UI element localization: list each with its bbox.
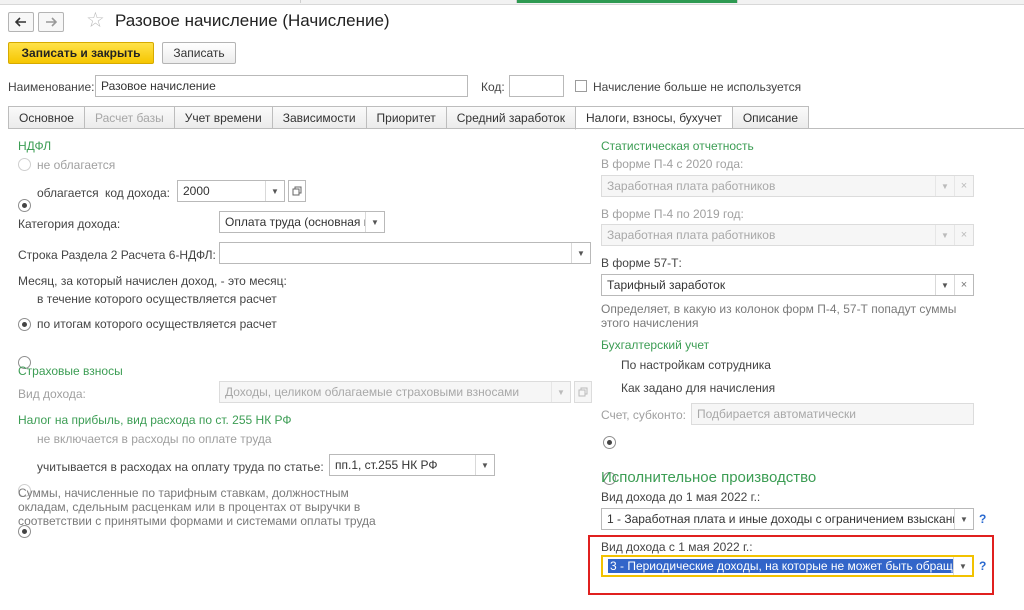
profit-tax-heading: Налог на прибыль, вид расхода по ст. 255…	[18, 413, 292, 427]
account-field[interactable]: Подбирается автоматически	[691, 403, 974, 425]
chevron-down-icon[interactable]: ▼	[954, 509, 973, 529]
profit-included-label: учитывается в расходах на оплату труда п…	[37, 460, 324, 474]
chevron-down-icon[interactable]: ▼	[935, 275, 954, 295]
income-code-field[interactable]: 2000 ▼	[177, 180, 285, 202]
f57t-field[interactable]: Тарифный заработок ▼ ×	[601, 274, 974, 296]
unused-checkbox[interactable]	[575, 80, 587, 92]
chevron-down-icon[interactable]: ▼	[365, 212, 384, 232]
ndfl-not-taxed-label: не облагается	[37, 158, 116, 172]
profit-not-included-label: не включается в расходы по оплате труда	[37, 432, 272, 446]
enforcement-heading: Исполнительное производство	[601, 469, 817, 486]
enforcement-before-field[interactable]: 1 - Заработная плата и иные доходы с огр…	[601, 508, 974, 530]
back-button[interactable]	[8, 12, 34, 32]
month-label: Месяц, за который начислен доход, - это …	[18, 274, 287, 288]
arrow-right-icon	[46, 17, 57, 27]
tab-base-calc[interactable]: Расчет базы	[83, 106, 174, 129]
accounting-heading: Бухгалтерский учет	[601, 338, 710, 352]
clear-icon[interactable]: ×	[954, 275, 973, 295]
profit-article-field[interactable]: пп.1, ст.255 НК РФ ▼	[329, 454, 495, 476]
p4-2020-value: Заработная плата работников	[607, 179, 776, 193]
ndfl-heading: НДФЛ	[18, 139, 52, 153]
page-title: Разовое начисление (Начисление)	[115, 11, 390, 30]
clear-icon[interactable]: ×	[954, 176, 973, 196]
chevron-down-icon[interactable]: ▼	[953, 557, 972, 575]
tab-taxes[interactable]: Налоги, взносы, бухучет	[574, 106, 732, 130]
clear-icon[interactable]: ×	[954, 225, 973, 245]
unused-checkbox-label: Начисление больше не используется	[593, 80, 802, 94]
open-income-code-button[interactable]	[288, 180, 306, 202]
f57t-value: Тарифный заработок	[607, 278, 726, 292]
category-field[interactable]: Оплата труда (основная н ▼	[219, 211, 385, 233]
p4-2020-label: В форме П-4 с 2020 года:	[601, 157, 744, 171]
row-6ndfl-label: Строка Раздела 2 Расчета 6-НДФЛ:	[18, 248, 216, 262]
p4-2019-field[interactable]: Заработная плата работников ▼ ×	[601, 224, 974, 246]
code-label: Код:	[481, 80, 505, 94]
enforcement-after-label: Вид дохода с 1 мая 2022 г.:	[601, 540, 753, 554]
insurance-income-type-field[interactable]: Доходы, целиком облагаемые страховыми вз…	[219, 381, 571, 403]
month-during-radio[interactable]	[18, 318, 31, 331]
help-icon[interactable]: ?	[979, 512, 986, 526]
income-code-value: 2000	[183, 184, 210, 198]
tab-time-accounting[interactable]: Учет времени	[173, 106, 272, 129]
favorite-star-icon[interactable]: ☆	[86, 9, 105, 33]
accounting-as-set-label: Как задано для начисления	[621, 381, 776, 395]
category-label: Категория дохода:	[18, 217, 121, 231]
save-and-close-button[interactable]: Записать и закрыть	[8, 42, 154, 64]
ndfl-taxed-radio[interactable]	[18, 199, 31, 212]
open-window-icon	[292, 186, 302, 196]
ndfl-not-taxed-radio[interactable]	[18, 158, 31, 171]
row-6ndfl-value	[220, 243, 571, 263]
accounting-by-employee-label: По настройкам сотрудника	[621, 358, 771, 372]
tab-bar: Основное Расчет базы Учет времени Зависи…	[8, 106, 810, 130]
open-window-icon	[578, 387, 588, 397]
chevron-down-icon[interactable]: ▼	[935, 176, 954, 196]
account-label: Счет, субконто:	[601, 408, 686, 422]
arrow-left-icon	[15, 17, 26, 27]
insurance-income-type-value: Доходы, целиком облагаемые страховыми вз…	[225, 385, 520, 399]
accounting-by-employee-radio[interactable]	[603, 436, 616, 449]
open-insurance-type-button[interactable]	[574, 381, 592, 403]
month-results-label: по итогам которого осуществляется расчет	[37, 317, 277, 331]
name-label: Наименование:	[8, 80, 95, 94]
forward-button[interactable]	[38, 12, 64, 32]
chevron-down-icon[interactable]: ▼	[265, 181, 284, 201]
category-value: Оплата труда (основная н	[225, 215, 365, 229]
month-during-label: в течение которого осуществляется расчет	[37, 292, 277, 306]
ndfl-taxed-label: облагается	[37, 186, 99, 200]
enforcement-after-field[interactable]: 3 - Периодические доходы, на которые не …	[601, 555, 974, 577]
tab-description[interactable]: Описание	[731, 106, 810, 129]
insurance-heading: Страховые взносы	[18, 364, 123, 378]
p4-2019-label: В форме П-4 по 2019 год:	[601, 207, 744, 221]
tab-main[interactable]: Основное	[8, 106, 84, 129]
top-tab-strip	[0, 0, 1024, 5]
name-input[interactable]: Разовое начисление	[95, 75, 468, 97]
save-button[interactable]: Записать	[162, 42, 236, 64]
f57t-label: В форме 57-Т:	[601, 256, 682, 270]
stats-hint: Определяет, в какую из колонок форм П-4,…	[601, 302, 957, 330]
p4-2019-value: Заработная плата работников	[607, 228, 776, 242]
tab-dependencies[interactable]: Зависимости	[271, 106, 366, 129]
p4-2020-field[interactable]: Заработная плата работников ▼ ×	[601, 175, 974, 197]
insurance-income-type-label: Вид дохода:	[18, 387, 86, 401]
profit-tax-hint: Суммы, начисленные по тарифным ставкам, …	[18, 486, 376, 528]
profit-article-value: пп.1, ст.255 НК РФ	[335, 458, 438, 472]
income-code-label: код дохода:	[105, 186, 170, 200]
chevron-down-icon[interactable]: ▼	[475, 455, 494, 475]
tab-divider	[8, 128, 1024, 129]
enforcement-before-value: 1 - Заработная плата и иные доходы с огр…	[607, 512, 954, 526]
help-icon[interactable]: ?	[979, 559, 986, 573]
enforcement-before-label: Вид дохода до 1 мая 2022 г.:	[601, 490, 761, 504]
row-6ndfl-field[interactable]: ▼	[219, 242, 591, 264]
chevron-down-icon[interactable]: ▼	[935, 225, 954, 245]
enforcement-after-value-wrap: 3 - Периодические доходы, на которые не …	[603, 557, 953, 575]
chevron-down-icon[interactable]: ▼	[571, 243, 590, 263]
chevron-down-icon[interactable]: ▼	[551, 382, 570, 402]
tab-priority[interactable]: Приоритет	[365, 106, 446, 129]
tab-average-earnings[interactable]: Средний заработок	[445, 106, 575, 129]
stats-heading: Статистическая отчетность	[601, 139, 754, 153]
enforcement-after-value: 3 - Периодические доходы, на которые не …	[608, 559, 953, 573]
code-input[interactable]	[509, 75, 564, 97]
